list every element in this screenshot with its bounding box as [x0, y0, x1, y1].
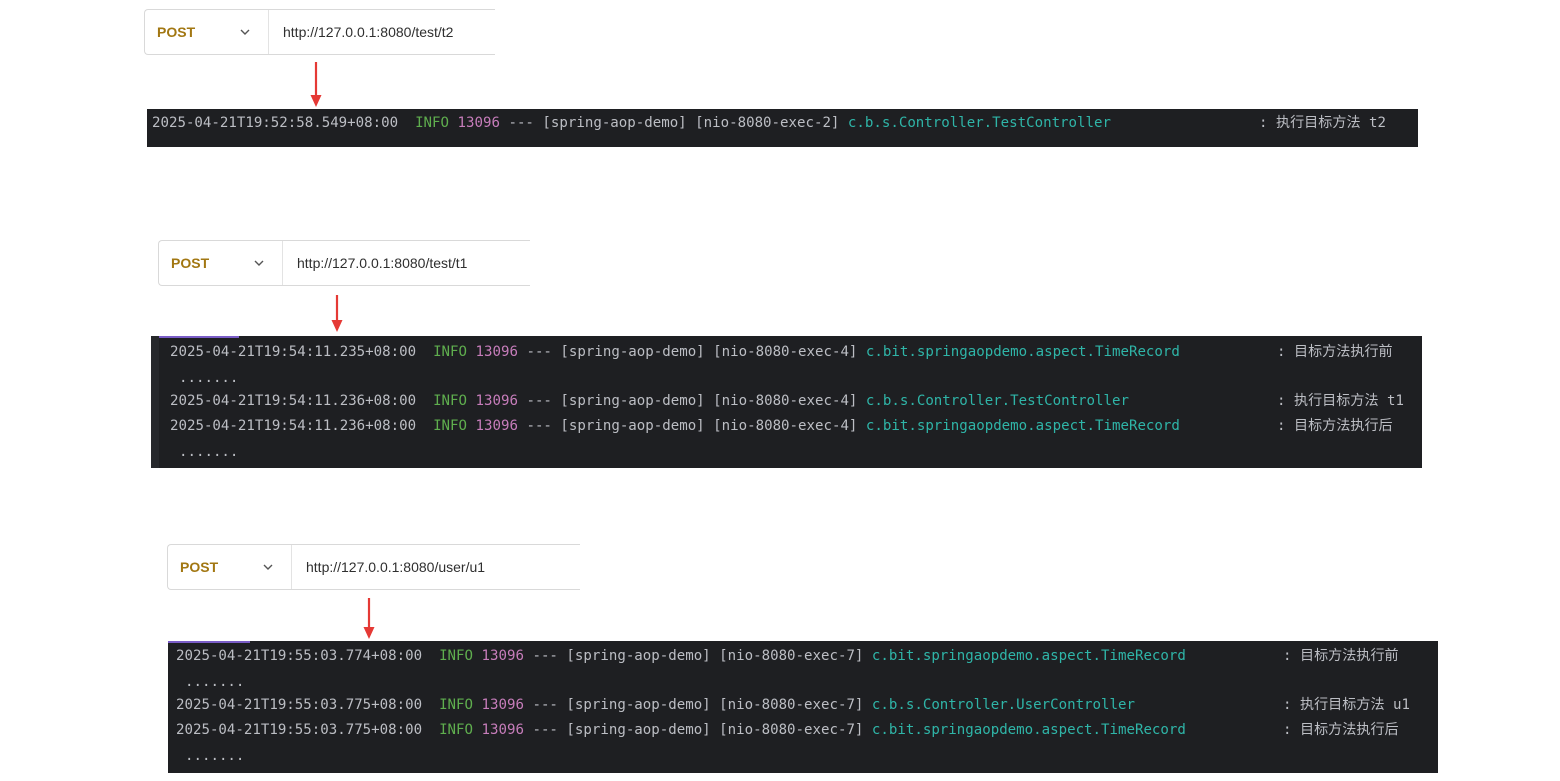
- log-line: 2025-04-21T19:55:03.775+08:00 INFO 13096…: [176, 722, 1186, 738]
- console-tab-indicator: [168, 641, 250, 643]
- chevron-down-icon: [263, 564, 273, 570]
- log-message: : 目标方法执行前: [1277, 344, 1393, 360]
- method-label: POST: [171, 255, 210, 271]
- log-continuation: .......: [185, 748, 245, 764]
- url-input[interactable]: http://127.0.0.1:8080/test/t1: [283, 255, 467, 271]
- log-logger: c.b.s.Controller.TestController: [847, 115, 1111, 131]
- chevron-down-icon: [254, 260, 264, 266]
- log-message: : 执行目标方法 t1: [1277, 393, 1405, 409]
- request-bar-3: POST http://127.0.0.1:8080/user/u1: [167, 544, 580, 590]
- log-line: 2025-04-21T19:55:03.775+08:00 INFO 13096…: [176, 697, 1135, 713]
- log-message: : 执行目标方法 t2: [1259, 115, 1387, 131]
- url-input[interactable]: http://127.0.0.1:8080/user/u1: [292, 559, 485, 575]
- console-gutter: [151, 336, 159, 468]
- log-line: 2025-04-21T19:54:11.235+08:00 INFO 13096…: [170, 344, 1180, 360]
- log-line: 2025-04-21T19:54:11.236+08:00 INFO 13096…: [170, 418, 1180, 434]
- request-bar-2: POST http://127.0.0.1:8080/test/t1: [158, 240, 530, 286]
- arrow-down-icon: [310, 62, 322, 107]
- log-line: 2025-04-21T19:52:58.549+08:00 INFO 13096…: [152, 114, 1111, 132]
- log-line: 2025-04-21T19:54:11.236+08:00 INFO 13096…: [170, 393, 1129, 409]
- url-input[interactable]: http://127.0.0.1:8080/test/t2: [269, 24, 453, 40]
- log-app: [spring-aop-demo]: [542, 115, 687, 131]
- log-message: : 目标方法执行后: [1277, 418, 1393, 434]
- method-select[interactable]: POST: [168, 545, 292, 589]
- arrow-down-icon: [331, 295, 343, 332]
- method-select[interactable]: POST: [159, 241, 283, 285]
- log-thread: [nio-8080-exec-2]: [695, 115, 840, 131]
- arrow-down-icon: [363, 598, 375, 639]
- log-message: : 目标方法执行后: [1283, 722, 1399, 738]
- chevron-down-icon: [240, 29, 250, 35]
- console-output-2: 2025-04-21T19:54:11.235+08:00 INFO 13096…: [151, 336, 1422, 468]
- method-label: POST: [180, 559, 219, 575]
- console-output-3: 2025-04-21T19:55:03.774+08:00 INFO 13096…: [168, 641, 1438, 773]
- log-pid: 13096: [457, 115, 500, 131]
- log-timestamp: 2025-04-21T19:52:58.549+08:00: [152, 115, 399, 131]
- log-level: INFO: [415, 115, 450, 131]
- request-bar-1: POST http://127.0.0.1:8080/test/t2: [144, 9, 495, 55]
- log-message: : 目标方法执行前: [1283, 648, 1399, 664]
- method-label: POST: [157, 24, 196, 40]
- log-line: 2025-04-21T19:55:03.774+08:00 INFO 13096…: [176, 648, 1186, 664]
- method-select[interactable]: POST: [145, 10, 269, 54]
- console-tab-indicator: [157, 336, 239, 338]
- log-continuation: .......: [179, 370, 239, 386]
- log-continuation: .......: [185, 674, 245, 690]
- log-message: : 执行目标方法 u1: [1283, 697, 1411, 713]
- console-output-1: 2025-04-21T19:52:58.549+08:00 INFO 13096…: [147, 109, 1418, 147]
- log-separator: ---: [508, 115, 534, 131]
- log-continuation: .......: [179, 444, 239, 460]
